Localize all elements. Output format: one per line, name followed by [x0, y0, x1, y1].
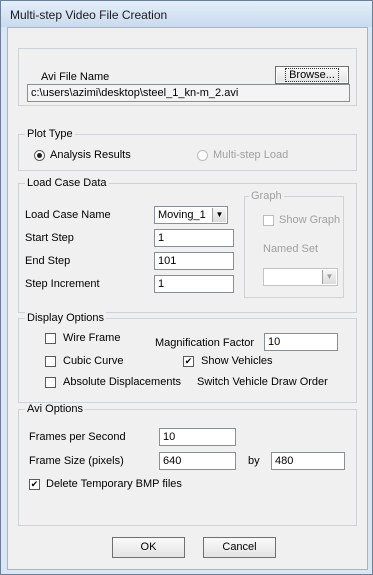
switch-draw-order-button[interactable]: Switch Vehicle Draw Order: [197, 376, 328, 388]
show-vehicles-label: Show Vehicles: [201, 355, 273, 367]
avi-options-group: Avi Options Frames per Second 10 Frame S…: [18, 403, 357, 526]
analysis-results-label: Analysis Results: [50, 149, 131, 161]
end-step-field[interactable]: 101: [154, 252, 234, 270]
cubic-curve-checkbox[interactable]: [45, 356, 56, 367]
avi-file-label: Avi File Name: [41, 71, 110, 83]
frame-size-label: Frame Size (pixels): [29, 455, 124, 467]
frame-width-field[interactable]: 640: [159, 452, 236, 470]
absolute-displacements-label: Absolute Displacements: [63, 376, 182, 388]
cubic-curve-label: Cubic Curve: [63, 355, 124, 367]
load-case-name-select[interactable]: Moving_1 ▼: [154, 206, 228, 224]
load-case-name-value: Moving_1: [158, 209, 206, 221]
browse-button[interactable]: Browse...: [275, 66, 349, 84]
dialog-window: Multi-step Video File Creation Avi File …: [0, 0, 373, 575]
load-case-group: Load Case Data Load Case Name Moving_1 ▼…: [18, 177, 357, 313]
load-case-legend: Load Case Data: [25, 177, 109, 189]
magnification-label: Magnification Factor: [155, 337, 255, 349]
multistep-load-label: Multi-step Load: [213, 149, 289, 161]
named-set-label: Named Set: [263, 243, 319, 255]
wire-frame-label: Wire Frame: [63, 332, 121, 344]
display-options-group: Display Options Wire Frame Magnification…: [18, 312, 357, 403]
step-increment-field[interactable]: 1: [154, 275, 234, 293]
browse-label: Browse...: [285, 68, 339, 82]
multistep-load-radio[interactable]: [197, 150, 208, 161]
plot-type-group: Plot Type Analysis Results Multi-step Lo…: [18, 128, 357, 171]
avi-path-field[interactable]: c:\users\azimi\desktop\steel_1_kn-m_2.av…: [27, 84, 350, 102]
end-step-label: End Step: [25, 255, 71, 267]
start-step-label: Start Step: [25, 232, 74, 244]
title-bar[interactable]: Multi-step Video File Creation: [1, 1, 372, 27]
wire-frame-checkbox[interactable]: [45, 333, 56, 344]
graph-legend: Graph: [249, 190, 284, 202]
cancel-button[interactable]: Cancel: [203, 537, 276, 558]
chevron-down-icon: ▼: [322, 270, 336, 284]
start-step-field[interactable]: 1: [154, 229, 234, 247]
fps-field[interactable]: 10: [159, 428, 236, 446]
chevron-down-icon: ▼: [212, 208, 226, 222]
show-graph-checkbox[interactable]: [263, 215, 274, 226]
avi-file-group: Avi File Name Browse... c:\users\azimi\d…: [18, 48, 357, 106]
window-title: Multi-step Video File Creation: [10, 8, 168, 22]
dialog-client-area: Avi File Name Browse... c:\users\azimi\d…: [7, 27, 368, 570]
delete-bmp-checkbox[interactable]: ✔: [29, 479, 40, 490]
show-graph-label: Show Graph: [279, 214, 341, 226]
analysis-results-radio[interactable]: [34, 150, 45, 161]
avi-options-legend: Avi Options: [25, 403, 86, 415]
magnification-field[interactable]: 10: [264, 333, 338, 351]
delete-bmp-label: Delete Temporary BMP files: [46, 478, 182, 490]
plot-type-legend: Plot Type: [25, 128, 75, 140]
by-label: by: [248, 455, 260, 467]
display-options-legend: Display Options: [25, 312, 107, 324]
frame-height-field[interactable]: 480: [271, 452, 345, 470]
named-set-select[interactable]: ▼: [263, 268, 338, 286]
ok-button[interactable]: OK: [112, 537, 185, 558]
graph-group: Graph Show Graph Named Set ▼: [244, 190, 344, 298]
load-case-name-label: Load Case Name: [25, 209, 111, 221]
step-increment-label: Step Increment: [25, 278, 100, 290]
show-vehicles-checkbox[interactable]: ✔: [183, 356, 194, 367]
absolute-displacements-checkbox[interactable]: [45, 377, 56, 388]
radio-selected-dot: [37, 153, 42, 158]
fps-label: Frames per Second: [29, 431, 126, 443]
